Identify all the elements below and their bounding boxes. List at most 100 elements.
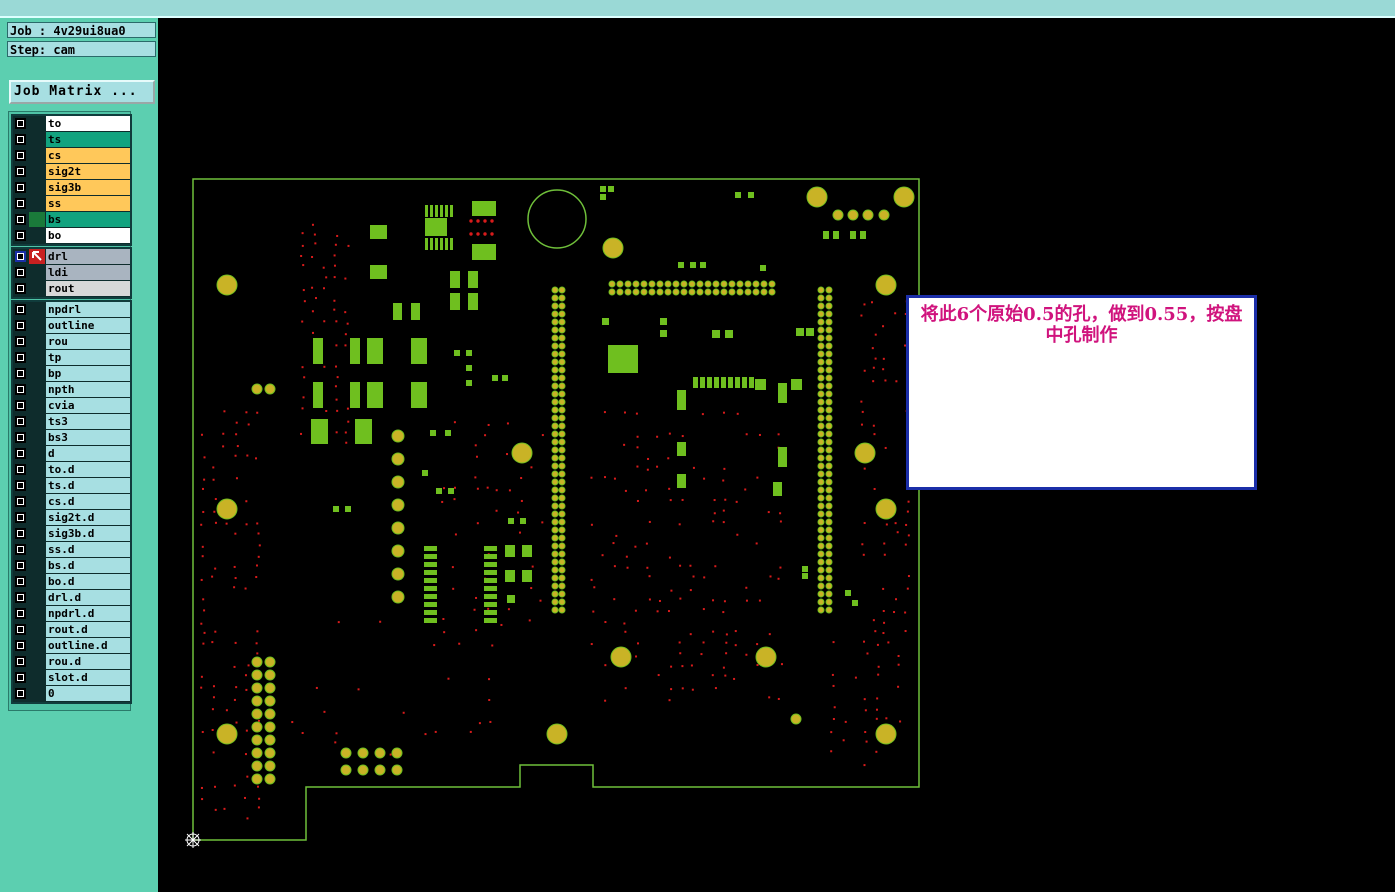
tooling-hole[interactable]: [854, 442, 876, 464]
plated-hole: [374, 764, 386, 776]
via: [758, 433, 761, 436]
via: [756, 476, 759, 479]
plated-hole: [817, 438, 825, 446]
tooling-hole[interactable]: [511, 442, 533, 464]
via: [876, 697, 879, 700]
via: [347, 420, 350, 423]
tooling-hole[interactable]: [862, 209, 874, 221]
plated-hole: [558, 486, 566, 494]
via: [613, 598, 616, 601]
via: [213, 510, 216, 513]
via: [604, 699, 607, 702]
via: [590, 476, 593, 479]
via: [433, 644, 436, 647]
via: [832, 684, 835, 687]
plated-hole: [391, 498, 405, 512]
via: [246, 817, 249, 820]
via: [736, 412, 739, 415]
via: [344, 311, 347, 314]
plated-hole: [817, 558, 825, 566]
via: [256, 630, 259, 633]
tooling-hole[interactable]: [878, 209, 890, 221]
tooling-hole[interactable]: [875, 723, 897, 745]
via: [613, 477, 616, 480]
smd-pad: [852, 600, 858, 606]
via: [517, 511, 520, 514]
tooling-hole[interactable]: [546, 723, 568, 745]
plated-hole: [640, 288, 648, 296]
via: [842, 739, 845, 742]
plated-hole: [817, 502, 825, 510]
smd-pad: [700, 262, 706, 268]
plated-hole: [825, 334, 833, 342]
via: [722, 479, 725, 482]
via: [612, 542, 615, 545]
tooling-hole[interactable]: [264, 383, 276, 395]
plated-hole: [558, 382, 566, 390]
via: [301, 366, 304, 369]
tooling-hole[interactable]: [847, 209, 859, 221]
tooling-hole[interactable]: [875, 274, 897, 296]
via: [518, 531, 521, 534]
tooling-hole[interactable]: [832, 209, 844, 221]
plated-hole: [672, 288, 680, 296]
via: [214, 785, 217, 788]
via: [862, 553, 865, 556]
plated-hole: [558, 398, 566, 406]
plated-hole: [551, 518, 559, 526]
via: [347, 244, 350, 247]
via: [454, 533, 457, 536]
smd-pad: [484, 546, 497, 551]
via: [866, 652, 869, 655]
tooling-hole[interactable]: [806, 186, 828, 208]
smd-pad: [725, 330, 733, 338]
via: [872, 424, 875, 427]
via: [844, 720, 847, 723]
plated-hole: [825, 598, 833, 606]
plated-hole: [551, 598, 559, 606]
tooling-hole[interactable]: [216, 498, 238, 520]
tooling-hole[interactable]: [790, 713, 802, 725]
plated-hole: [640, 280, 648, 288]
plated-hole: [825, 470, 833, 478]
via: [334, 243, 337, 246]
smd-pad: [522, 545, 532, 557]
tooling-hole[interactable]: [216, 723, 238, 745]
via: [872, 380, 875, 383]
plated-hole: [760, 280, 768, 288]
smd-pad: [850, 231, 856, 239]
tooling-hole[interactable]: [216, 274, 238, 296]
via: [475, 596, 478, 599]
via: [212, 466, 215, 469]
tooling-hole[interactable]: [755, 646, 777, 668]
plated-hole: [558, 558, 566, 566]
tooling-hole[interactable]: [610, 646, 632, 668]
plated-hole: [624, 288, 632, 296]
via: [256, 411, 259, 414]
smd-pad: [660, 318, 667, 325]
via: [636, 446, 639, 449]
smd-pad: [411, 382, 427, 408]
via: [722, 509, 725, 512]
tooling-hole[interactable]: [893, 186, 915, 208]
via: [506, 453, 509, 456]
via: [736, 533, 739, 536]
via: [833, 706, 836, 709]
via: [745, 599, 748, 602]
plated-hole: [558, 590, 566, 598]
smd-pad: [424, 610, 437, 615]
via: [887, 641, 890, 644]
tooling-hole[interactable]: [602, 237, 624, 259]
plated-hole: [817, 462, 825, 470]
via: [897, 654, 900, 657]
plated-hole: [817, 366, 825, 374]
plated-hole: [357, 764, 369, 776]
tooling-hole[interactable]: [875, 498, 897, 520]
plated-hole: [825, 382, 833, 390]
plated-hole: [558, 510, 566, 518]
via: [863, 698, 866, 701]
plated-hole: [558, 350, 566, 358]
via: [322, 266, 325, 269]
tooling-hole[interactable]: [251, 383, 263, 395]
via: [668, 487, 671, 490]
